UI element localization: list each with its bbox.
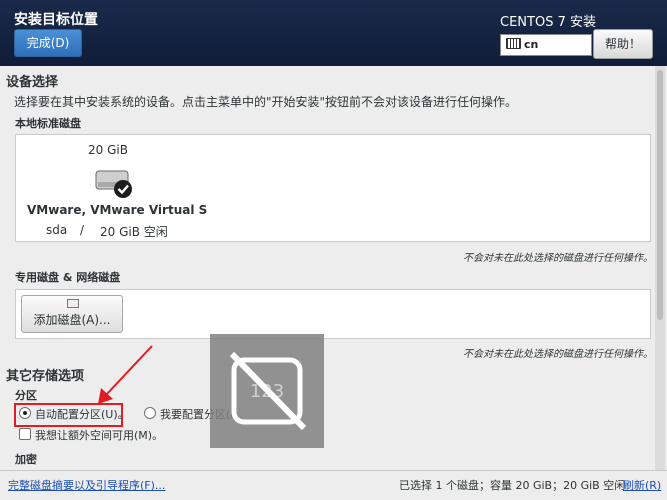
scrollbar-thumb[interactable] bbox=[657, 70, 663, 320]
local-disks-title: 本地标准磁盘 bbox=[15, 117, 81, 130]
disk-add-icon bbox=[67, 299, 79, 308]
disk-status-text: 已选择 1 个磁盘；容量 20 GiB；20 GiB 空闲 bbox=[399, 479, 626, 492]
disk-free: 20 GiB 空闲 bbox=[100, 225, 168, 239]
special-disks-title: 专用磁盘 & 网络磁盘 bbox=[15, 271, 121, 284]
main-content: 设备选择 选择要在其中安装系统的设备。点击主菜单中的"开始安装"按钮前不会对该设… bbox=[0, 66, 667, 470]
device-selection-description: 选择要在其中安装系统的设备。点击主菜单中的"开始安装"按钮前不会对该设备进行任何… bbox=[14, 95, 518, 109]
keyboard-icon bbox=[506, 38, 521, 49]
page-title: 安装目标位置 bbox=[14, 12, 98, 28]
product-title: CENTOS 7 安装 bbox=[500, 15, 596, 30]
partition-title: 分区 bbox=[15, 389, 37, 402]
disk-size: 20 GiB bbox=[88, 143, 128, 157]
disk-separator: / bbox=[80, 223, 85, 237]
local-disks-panel: 20 GiB VMware, VMware Virtual S sda / 20… bbox=[15, 134, 651, 242]
special-disks-note: 不会对未在此处选择的磁盘进行任何操作。 bbox=[463, 349, 653, 360]
local-disks-note: 不会对未在此处选择的磁盘进行任何操作。 bbox=[463, 253, 653, 264]
extra-space-label[interactable]: 我想让额外空间可用(M)。 bbox=[35, 427, 163, 443]
disk-sda[interactable]: 20 GiB VMware, VMware Virtual S sda / 20… bbox=[24, 135, 207, 241]
annotation-highlight-box bbox=[14, 403, 123, 427]
other-storage-title: 其它存储选项 bbox=[6, 369, 85, 384]
refresh-link[interactable]: 刷新(R) bbox=[623, 477, 661, 493]
help-button[interactable]: 帮助！ bbox=[593, 29, 653, 59]
disk-device: sda bbox=[46, 223, 68, 237]
scrollbar[interactable] bbox=[655, 66, 665, 470]
footer-bar: 完整磁盘摘要以及引导程序(F)... 已选择 1 个磁盘；容量 20 GiB；2… bbox=[0, 470, 667, 500]
device-selection-title: 设备选择 bbox=[6, 75, 59, 90]
special-disks-panel: 添加磁盘(A)... bbox=[15, 289, 651, 339]
image-unavailable-icon: 123 bbox=[229, 351, 307, 431]
add-disk-button[interactable]: 添加磁盘(A)... bbox=[21, 295, 123, 333]
disk-summary-link[interactable]: 完整磁盘摘要以及引导程序(F)... bbox=[8, 477, 165, 493]
done-button[interactable]: 完成(D) bbox=[14, 29, 82, 57]
manual-partition-radio[interactable] bbox=[144, 407, 156, 419]
keyboard-layout-label: cn bbox=[524, 38, 539, 51]
image-unavailable-overlay: 123 bbox=[210, 334, 324, 448]
encryption-title: 加密 bbox=[15, 453, 37, 466]
add-disk-label: 添加磁盘(A)... bbox=[33, 313, 111, 327]
header-bar: 安装目标位置 完成(D) CENTOS 7 安装 cn 帮助！ bbox=[0, 0, 667, 66]
extra-space-checkbox[interactable] bbox=[19, 428, 31, 440]
keyboard-layout-indicator[interactable]: cn bbox=[500, 34, 592, 56]
hard-disk-selected-icon bbox=[95, 170, 132, 198]
disk-name: VMware, VMware Virtual S bbox=[27, 203, 208, 217]
